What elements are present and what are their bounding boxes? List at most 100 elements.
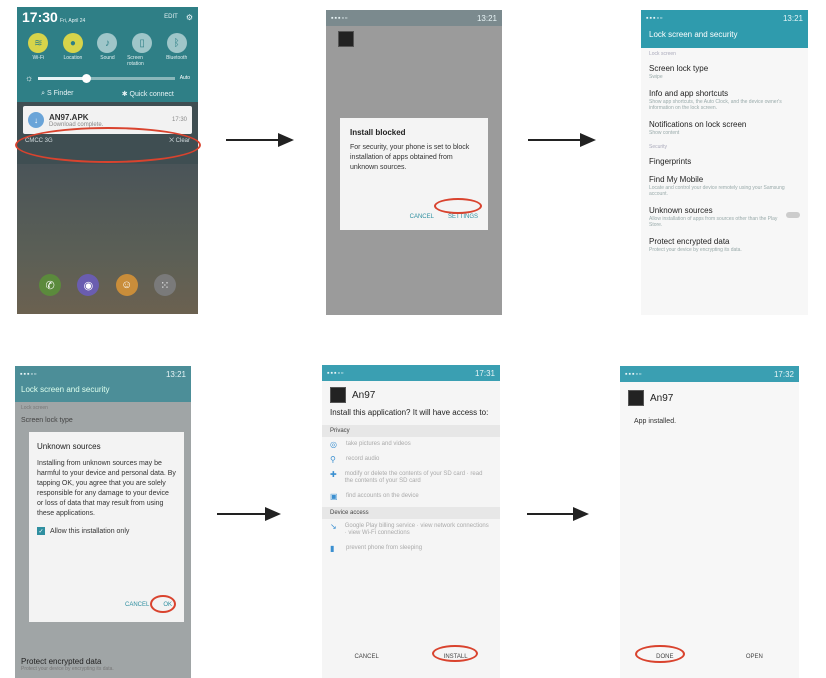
s-finder-button[interactable]: ⌕ S Finder bbox=[41, 90, 73, 98]
settings-item[interactable]: Screen lock type Swipe bbox=[641, 60, 808, 85]
list-item-title: Protect encrypted data bbox=[21, 657, 102, 666]
arrow-right-icon bbox=[527, 504, 589, 524]
location-icon: ● bbox=[62, 33, 83, 53]
app-dock: ✆ ◉ ☺ ⁙ bbox=[31, 274, 184, 296]
arrow-right-icon bbox=[217, 504, 281, 524]
unknown-sources-dialog: Unknown sources Installing from unknown … bbox=[29, 432, 184, 622]
app-name: An97 bbox=[352, 389, 376, 401]
installed-message: App installed. bbox=[634, 418, 677, 425]
status-time: 13:21 bbox=[476, 13, 497, 23]
brightness-row: ☼ Auto bbox=[17, 69, 198, 87]
notification-icons: ▪▪▪▫▫ bbox=[20, 370, 38, 378]
allow-once-checkbox[interactable]: ✓ Allow this installation only bbox=[29, 519, 184, 535]
wallpaper: ✆ ◉ ☺ ⁙ bbox=[17, 164, 198, 314]
settings-item-subtitle: Locate and control your device remotely … bbox=[649, 185, 785, 197]
gear-icon[interactable]: ⚙ bbox=[186, 13, 193, 22]
quick-setting-label: Location bbox=[63, 55, 83, 61]
browser-app-icon[interactable]: ◉ bbox=[77, 274, 100, 296]
cancel-button[interactable]: CANCEL bbox=[410, 214, 434, 220]
highlight-circle bbox=[150, 595, 176, 613]
cancel-button[interactable]: CANCEL bbox=[354, 654, 378, 660]
status-time: 17:32 bbox=[773, 369, 794, 379]
settings-item-subtitle: Swipe bbox=[649, 74, 663, 80]
status-bar: ▪▪▪▫▫ 13:21 bbox=[15, 366, 191, 382]
quick-setting-sound[interactable]: ♪ Sound bbox=[92, 33, 122, 67]
settings-item-title: Info and app shortcuts bbox=[649, 89, 729, 98]
dialog-message: Installing from unknown sources may be h… bbox=[37, 460, 176, 517]
screen-unknown-sources: ▪▪▪▫▫ 13:21 Lock screen and security Loc… bbox=[15, 366, 191, 678]
storage-icon: ✚ bbox=[330, 470, 337, 479]
settings-item-title: Fingerprints bbox=[649, 157, 692, 166]
status-time: 17:31 bbox=[474, 368, 495, 378]
settings-item-subtitle: Allow installation of apps from sources … bbox=[649, 216, 778, 228]
settings-item[interactable]: Info and app shortcuts Show app shortcuts… bbox=[641, 85, 808, 116]
settings-item[interactable]: Fingerprints bbox=[641, 153, 808, 171]
arrow-right-icon bbox=[528, 130, 596, 150]
settings-item[interactable]: Notifications on lock screen Show content bbox=[641, 116, 808, 141]
permission-text: record audio bbox=[346, 456, 380, 462]
section-header: Lock screen bbox=[649, 51, 676, 57]
clock: 17:30 bbox=[22, 9, 58, 25]
quick-setting-rotation[interactable]: ▯ Screen rotation bbox=[127, 33, 157, 67]
status-bar: ▪▪▪▫▫ 13:21 bbox=[326, 10, 502, 26]
open-button[interactable]: OPEN bbox=[746, 654, 763, 660]
s-finder-label: S Finder bbox=[46, 90, 74, 97]
permission-text: prevent phone from sleeping bbox=[346, 545, 423, 551]
quick-setting-location[interactable]: ● Location bbox=[58, 33, 88, 67]
screen-install-blocked: ▪▪▪▫▫ 13:21 Install blocked For security… bbox=[326, 10, 502, 315]
quick-connect-button[interactable]: ✱ Quick connect bbox=[122, 90, 174, 98]
wifi-icon: ≋ bbox=[28, 33, 49, 53]
settings-item-title: Protect encrypted data bbox=[649, 237, 730, 246]
screen-app-installed: ▪▪▪▫▫ 17:32 An97 App installed. DONE OPE… bbox=[620, 366, 799, 678]
permission-row: ▮ prevent phone from sleeping bbox=[322, 541, 500, 556]
settings-item-subtitle: Show content bbox=[649, 130, 680, 136]
permission-row: ▣ find accounts on the device bbox=[322, 489, 500, 504]
sound-icon: ♪ bbox=[97, 33, 118, 53]
brightness-icon: ☼ bbox=[25, 73, 34, 83]
cancel-button[interactable]: CANCEL bbox=[125, 602, 149, 608]
status-bar: ▪▪▪▫▫ 17:32 bbox=[620, 366, 799, 382]
settings-item[interactable]: Protect encrypted data Protect your devic… bbox=[641, 233, 808, 258]
camera-icon: ◎ bbox=[330, 440, 337, 449]
quick-setting-label: Screen rotation bbox=[127, 55, 144, 67]
brightness-slider[interactable] bbox=[38, 73, 175, 83]
checkbox-label: Allow this installation only bbox=[50, 527, 130, 535]
settings-item-title: Unknown sources bbox=[649, 206, 713, 215]
apps-app-icon[interactable]: ⁙ bbox=[153, 274, 176, 296]
quick-setting-label: Wi-Fi bbox=[32, 55, 45, 61]
unknown-sources-toggle[interactable] bbox=[786, 212, 800, 218]
permission-row: ⚲ record audio bbox=[322, 452, 500, 467]
app-icon bbox=[628, 390, 644, 406]
settings-item-title: Screen lock type bbox=[649, 64, 709, 73]
settings-item-title: Find My Mobile bbox=[649, 175, 704, 184]
edit-button[interactable]: EDIT bbox=[164, 14, 178, 20]
highlight-circle bbox=[434, 198, 482, 214]
settings-item-subtitle: Show app shortcuts, the Auto Clock, and … bbox=[649, 99, 782, 111]
settings-item[interactable]: Find My Mobile Locate and control your de… bbox=[641, 171, 808, 202]
page-title: Lock screen and security bbox=[649, 30, 738, 39]
quick-setting-label: Sound bbox=[100, 55, 115, 61]
settings-button[interactable]: SETTINGS bbox=[448, 214, 478, 220]
contacts-app-icon[interactable]: ☺ bbox=[115, 274, 138, 296]
header: ▪▪▪▫▫ 13:21 Lock screen and security bbox=[641, 10, 808, 48]
settings-item[interactable]: Unknown sources Allow installation of app… bbox=[641, 202, 808, 233]
section-header: Device access bbox=[322, 507, 500, 519]
notification-title: AN97.APK bbox=[49, 112, 89, 122]
section-header: Lock screen bbox=[21, 405, 48, 411]
notification-icons: ▪▪▪▫▫ bbox=[646, 14, 664, 22]
permission-text: take pictures and videos bbox=[346, 441, 411, 447]
dialog-title: Install blocked bbox=[350, 128, 406, 137]
dialog-message: For security, your phone is set to block… bbox=[350, 144, 470, 171]
notification-time: 17:30 bbox=[171, 117, 187, 123]
quick-setting-label: Bluetooth bbox=[166, 55, 188, 61]
notification-icons: ▪▪▪▫▫ bbox=[331, 14, 349, 22]
quick-setting-wifi[interactable]: ≋ Wi-Fi bbox=[23, 33, 53, 67]
bluetooth-icon: ᛒ bbox=[166, 33, 187, 53]
status-bar: ▪▪▪▫▫ 13:21 bbox=[641, 10, 808, 26]
quick-connect-label: Quick connect bbox=[129, 91, 174, 98]
auto-label[interactable]: Auto bbox=[180, 75, 190, 81]
quick-setting-bluetooth[interactable]: ᛒ Bluetooth bbox=[162, 33, 192, 67]
status-time: 13:21 bbox=[782, 13, 803, 23]
quick-settings: ≋ Wi-Fi ● Location ♪ Sound ▯ Screen rotation ᛒ Bl… bbox=[17, 27, 198, 69]
phone-app-icon[interactable]: ✆ bbox=[39, 274, 62, 296]
